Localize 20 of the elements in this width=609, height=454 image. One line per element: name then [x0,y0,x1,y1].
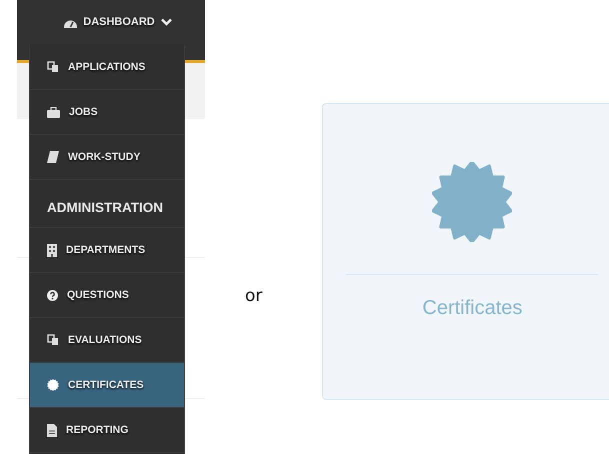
or-text: or [245,286,262,306]
copy-icon [47,61,59,73]
question-icon [47,290,58,300]
briefcase-icon [47,106,60,118]
menu-item[interactable]: REPORTING [30,408,184,453]
menu-item[interactable]: JOBS [30,90,184,135]
menu-item[interactable]: QUESTIONS [30,273,184,318]
card-label: Certificates [422,297,522,320]
book-icon [47,151,59,163]
badge-icon [432,162,512,242]
document-icon [47,424,57,436]
menu-item[interactable]: DEPARTMENTS [30,228,184,273]
chevron-down-icon [160,18,172,26]
menu-section-heading: ADMINISTRATION [30,180,184,228]
menu-item[interactable]: APPLICATIONS [30,45,184,90]
menu-item[interactable]: CERTIFICATES [30,363,184,408]
copy-icon [47,334,59,346]
badge-icon [47,379,59,391]
menu-item[interactable]: WORK-STUDY [30,135,184,180]
building-icon [47,244,57,256]
